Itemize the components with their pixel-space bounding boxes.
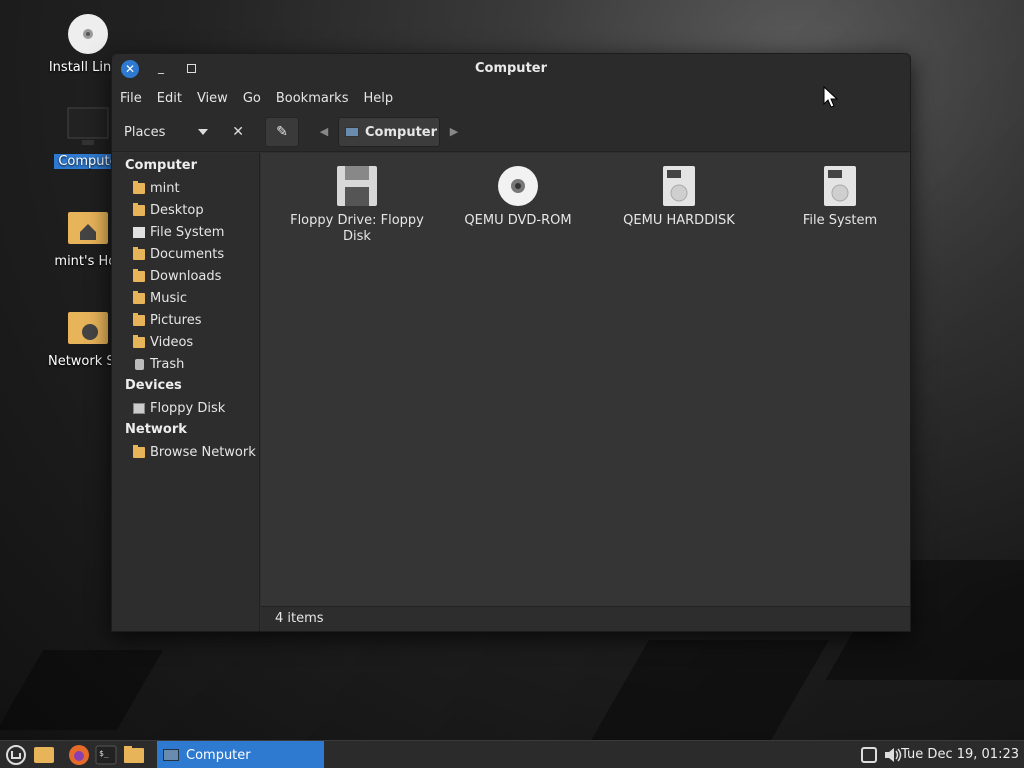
home-folder-icon: [133, 180, 145, 194]
mint-menu-icon[interactable]: [5, 744, 27, 766]
files-icon[interactable]: [123, 744, 145, 766]
sidebar-item-label: File System: [150, 224, 225, 240]
sidebar-item-mint[interactable]: mint: [112, 177, 259, 199]
disc-icon: [66, 12, 110, 56]
menu-help[interactable]: Help: [363, 91, 402, 106]
sidebar-item-videos[interactable]: Videos: [112, 331, 259, 353]
chevron-right-icon: ▶: [449, 125, 459, 138]
places-dropdown-icon[interactable]: [198, 129, 209, 135]
file-item-label: Disk: [343, 229, 371, 244]
sidebar-item-trash[interactable]: Trash: [112, 353, 259, 375]
task-label: Computer: [186, 747, 251, 763]
monitor-icon: [163, 749, 179, 761]
breadcrumb-computer[interactable]: Computer: [338, 117, 440, 147]
network-folder-icon: [66, 306, 110, 350]
sidebar-item-label: Downloads: [150, 268, 222, 284]
sidebar-item-music[interactable]: Music: [112, 287, 259, 309]
menu-bookmarks[interactable]: Bookmarks: [276, 91, 358, 106]
sidebar-item-label: Desktop: [150, 202, 204, 218]
sidebar-section-network: Network: [125, 422, 187, 437]
window-title: Computer: [474, 61, 548, 76]
places-label: Places: [124, 124, 166, 140]
harddisk-icon: [658, 165, 700, 207]
sidebar-item-desktop[interactable]: Desktop: [112, 199, 259, 221]
network-tray-icon[interactable]: [858, 744, 880, 766]
floppy-icon: [133, 402, 145, 414]
taskbar: $_ Computer Tue Dec 19, 01:23: [0, 740, 1024, 768]
breadcrumb-label: Computer: [365, 124, 438, 140]
chevron-left-icon: ◀: [319, 125, 329, 138]
svg-text:$_: $_: [99, 749, 109, 758]
sidebar-item-downloads[interactable]: Downloads: [112, 265, 259, 287]
menu-go[interactable]: Go: [243, 91, 270, 106]
file-item-floppy-drive[interactable]: Floppy Drive: Floppy Disk: [272, 165, 442, 245]
show-desktop-icon[interactable]: [33, 744, 55, 766]
close-sidebar-icon[interactable]: ✕: [232, 124, 244, 140]
file-item-label: QEMU DVD-ROM: [464, 213, 572, 228]
sidebar-item-file-system[interactable]: File System: [112, 221, 259, 243]
sidebar-item-documents[interactable]: Documents: [112, 243, 259, 265]
file-item-label: QEMU HARDDISK: [623, 213, 735, 228]
folder-icon: [133, 312, 145, 326]
floppy-icon: [336, 165, 378, 207]
firefox-icon[interactable]: [68, 744, 90, 766]
monitor-icon: [66, 106, 110, 150]
sidebar-item-pictures[interactable]: Pictures: [112, 309, 259, 331]
menu-edit[interactable]: Edit: [157, 91, 191, 106]
sidebar-item-browse-network[interactable]: Browse Network: [112, 441, 259, 463]
sidebar-item-floppy-disk[interactable]: Floppy Disk: [112, 397, 259, 419]
folder-icon: [133, 334, 145, 348]
sidebar-item-label: Trash: [150, 356, 185, 372]
forward-button[interactable]: ▶: [444, 117, 464, 147]
folder-icon: [133, 246, 145, 260]
file-item-label: File System: [802, 213, 878, 228]
menu-file[interactable]: File: [120, 91, 151, 106]
menubar: File Edit View Go Bookmarks Help: [112, 84, 910, 112]
taskbar-window-computer[interactable]: Computer: [157, 741, 324, 768]
home-folder-icon: [66, 206, 110, 250]
sidebar: Computer mint Desktop File System Docume…: [112, 153, 260, 631]
edit-location-button[interactable]: ✎: [265, 117, 299, 147]
sidebar-item-label: Music: [150, 290, 187, 306]
trash-icon: [135, 358, 144, 370]
sidebar-section-devices: Devices: [125, 378, 182, 393]
file-system-icon: [133, 226, 145, 238]
sidebar-item-label: Pictures: [150, 312, 202, 328]
sidebar-item-label: Browse Network: [150, 444, 256, 460]
sidebar-item-label: Videos: [150, 334, 194, 350]
folder-icon: [133, 202, 145, 216]
monitor-icon: [345, 127, 359, 137]
folder-icon: [133, 268, 145, 282]
harddisk-icon: [819, 165, 861, 207]
menu-view[interactable]: View: [197, 91, 237, 106]
disc-icon: [497, 165, 539, 207]
folder-icon: [133, 290, 145, 304]
desktop-shading: [591, 640, 829, 740]
desktop-shading: [0, 650, 164, 730]
file-manager-window: ✕ _ Computer File Edit View Go Bookmarks…: [111, 53, 911, 632]
sidebar-item-label: Documents: [150, 246, 225, 262]
status-text: 4 items: [275, 611, 324, 626]
network-icon: [133, 444, 145, 458]
file-item-dvd-rom[interactable]: QEMU DVD-ROM: [433, 165, 603, 229]
places-header: Places ✕: [112, 112, 260, 152]
sidebar-item-label: Floppy Disk: [150, 400, 226, 416]
file-view[interactable]: Floppy Drive: Floppy Disk QEMU DVD-ROM Q…: [261, 153, 910, 606]
pencil-icon: ✎: [276, 124, 288, 140]
clock[interactable]: Tue Dec 19, 01:23: [901, 741, 1019, 768]
file-item-harddisk[interactable]: QEMU HARDDISK: [594, 165, 764, 229]
terminal-icon[interactable]: $_: [95, 744, 117, 766]
sidebar-section-computer: Computer: [125, 158, 198, 173]
toolbar: Places ✕ ✎ ◀ Computer ▶: [112, 112, 910, 152]
status-bar: 4 items: [261, 606, 910, 631]
sidebar-item-label: mint: [150, 180, 180, 196]
file-item-label: Floppy Drive: Floppy: [290, 213, 424, 228]
back-button[interactable]: ◀: [314, 117, 334, 147]
titlebar[interactable]: ✕ _ Computer: [112, 54, 910, 84]
file-item-file-system[interactable]: File System: [755, 165, 910, 229]
